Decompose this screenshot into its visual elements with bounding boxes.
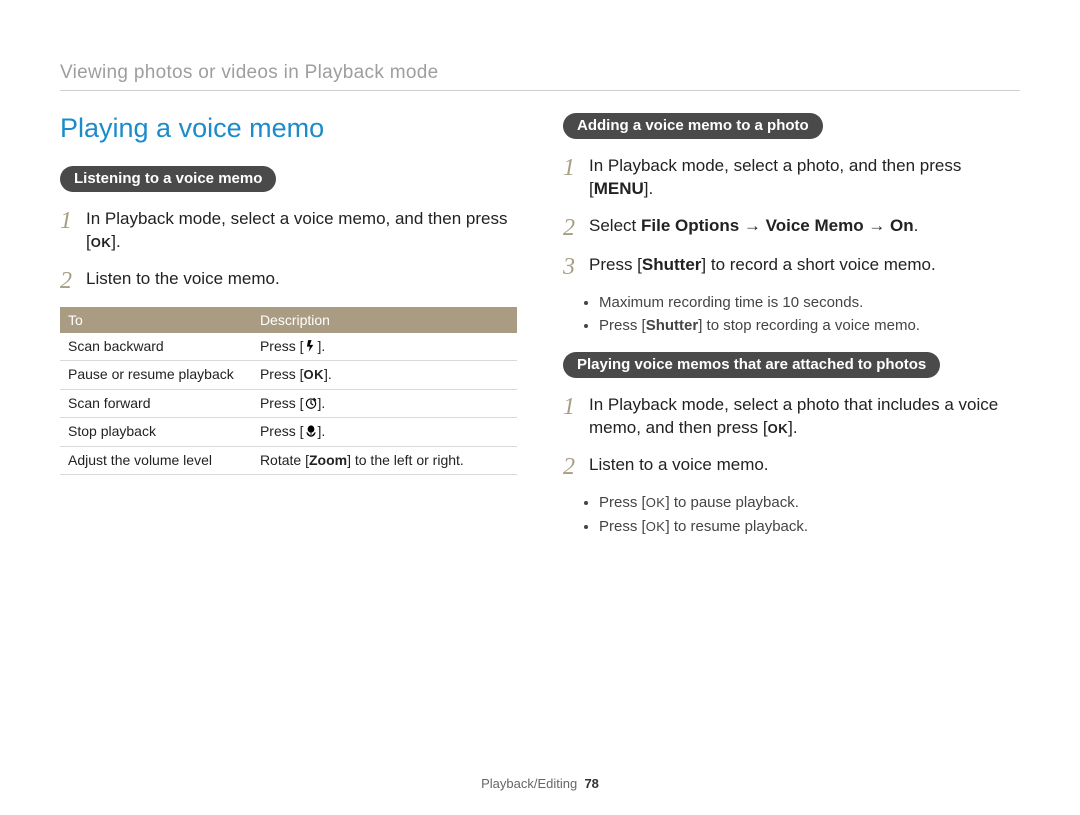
menu-key: MENU xyxy=(594,179,644,198)
bullet-list: Press [OK] to pause playback. Press [OK]… xyxy=(599,493,1020,537)
step-text: In Playback mode, select a photo, and th… xyxy=(589,155,1020,201)
step-number: 3 xyxy=(563,254,589,279)
step: 1 In Playback mode, select a voice memo,… xyxy=(60,208,517,254)
step-number: 1 xyxy=(563,155,589,180)
step: 2 Select File Options → Voice Memo → On. xyxy=(563,215,1020,240)
list-item: Press [OK] to pause playback. xyxy=(599,493,1020,513)
list-item: Maximum recording time is 10 seconds. xyxy=(599,293,1020,313)
page: Viewing photos or videos in Playback mod… xyxy=(0,0,1080,553)
list-item: Press [Shutter] to stop recording a voic… xyxy=(599,316,1020,336)
step-number: 1 xyxy=(563,394,589,419)
flash-icon xyxy=(304,339,318,353)
ok-icon: OK xyxy=(646,519,666,534)
controls-table: To Description Scan backward Press []. P… xyxy=(60,307,517,476)
step-text: Listen to the voice memo. xyxy=(86,268,280,291)
step-number: 1 xyxy=(60,208,86,233)
step: 2 Listen to a voice memo. xyxy=(563,454,1020,479)
table-row: Adjust the volume level Rotate [Zoom] to… xyxy=(60,446,517,475)
step-text: Press [Shutter] to record a short voice … xyxy=(589,254,936,277)
step-text: In Playback mode, select a photo that in… xyxy=(589,394,1020,440)
breadcrumb: Viewing photos or videos in Playback mod… xyxy=(60,62,1020,84)
step: 1 In Playback mode, select a photo that … xyxy=(563,394,1020,440)
step-text: Select File Options → Voice Memo → On. xyxy=(589,215,918,238)
step-number: 2 xyxy=(563,454,589,479)
table-row: Pause or resume playback Press [OK]. xyxy=(60,361,517,390)
macro-icon xyxy=(304,424,318,438)
pill-adding: Adding a voice memo to a photo xyxy=(563,113,823,139)
right-column: Adding a voice memo to a photo 1 In Play… xyxy=(563,113,1020,553)
content-columns: Playing a voice memo Listening to a voic… xyxy=(60,113,1020,553)
table-header-to: To xyxy=(60,307,252,333)
step-text: In Playback mode, select a voice memo, a… xyxy=(86,208,517,254)
ok-icon: OK xyxy=(91,235,112,250)
bullet-list: Maximum recording time is 10 seconds. Pr… xyxy=(599,293,1020,337)
left-column: Playing a voice memo Listening to a voic… xyxy=(60,113,517,553)
step: 3 Press [Shutter] to record a short voic… xyxy=(563,254,1020,279)
pill-playing-attached: Playing voice memos that are attached to… xyxy=(563,352,940,378)
ok-icon: OK xyxy=(646,495,666,510)
step: 1 In Playback mode, select a photo, and … xyxy=(563,155,1020,201)
page-number: 78 xyxy=(584,776,598,791)
step-text: Listen to a voice memo. xyxy=(589,454,769,477)
timer-icon xyxy=(304,396,318,410)
table-row: Stop playback Press []. xyxy=(60,418,517,447)
footer-section: Playback/Editing xyxy=(481,776,577,791)
section-title: Playing a voice memo xyxy=(60,113,517,144)
step: 2 Listen to the voice memo. xyxy=(60,268,517,293)
table-header-desc: Description xyxy=(252,307,517,333)
divider xyxy=(60,90,1020,91)
table-row: Scan forward Press []. xyxy=(60,389,517,418)
step-number: 2 xyxy=(563,215,589,240)
ok-icon: OK xyxy=(304,367,325,382)
table-row: Scan backward Press []. xyxy=(60,333,517,361)
step-number: 2 xyxy=(60,268,86,293)
pill-listening: Listening to a voice memo xyxy=(60,166,276,192)
ok-icon: OK xyxy=(768,421,789,436)
footer: Playback/Editing 78 xyxy=(0,776,1080,791)
list-item: Press [OK] to resume playback. xyxy=(599,517,1020,537)
